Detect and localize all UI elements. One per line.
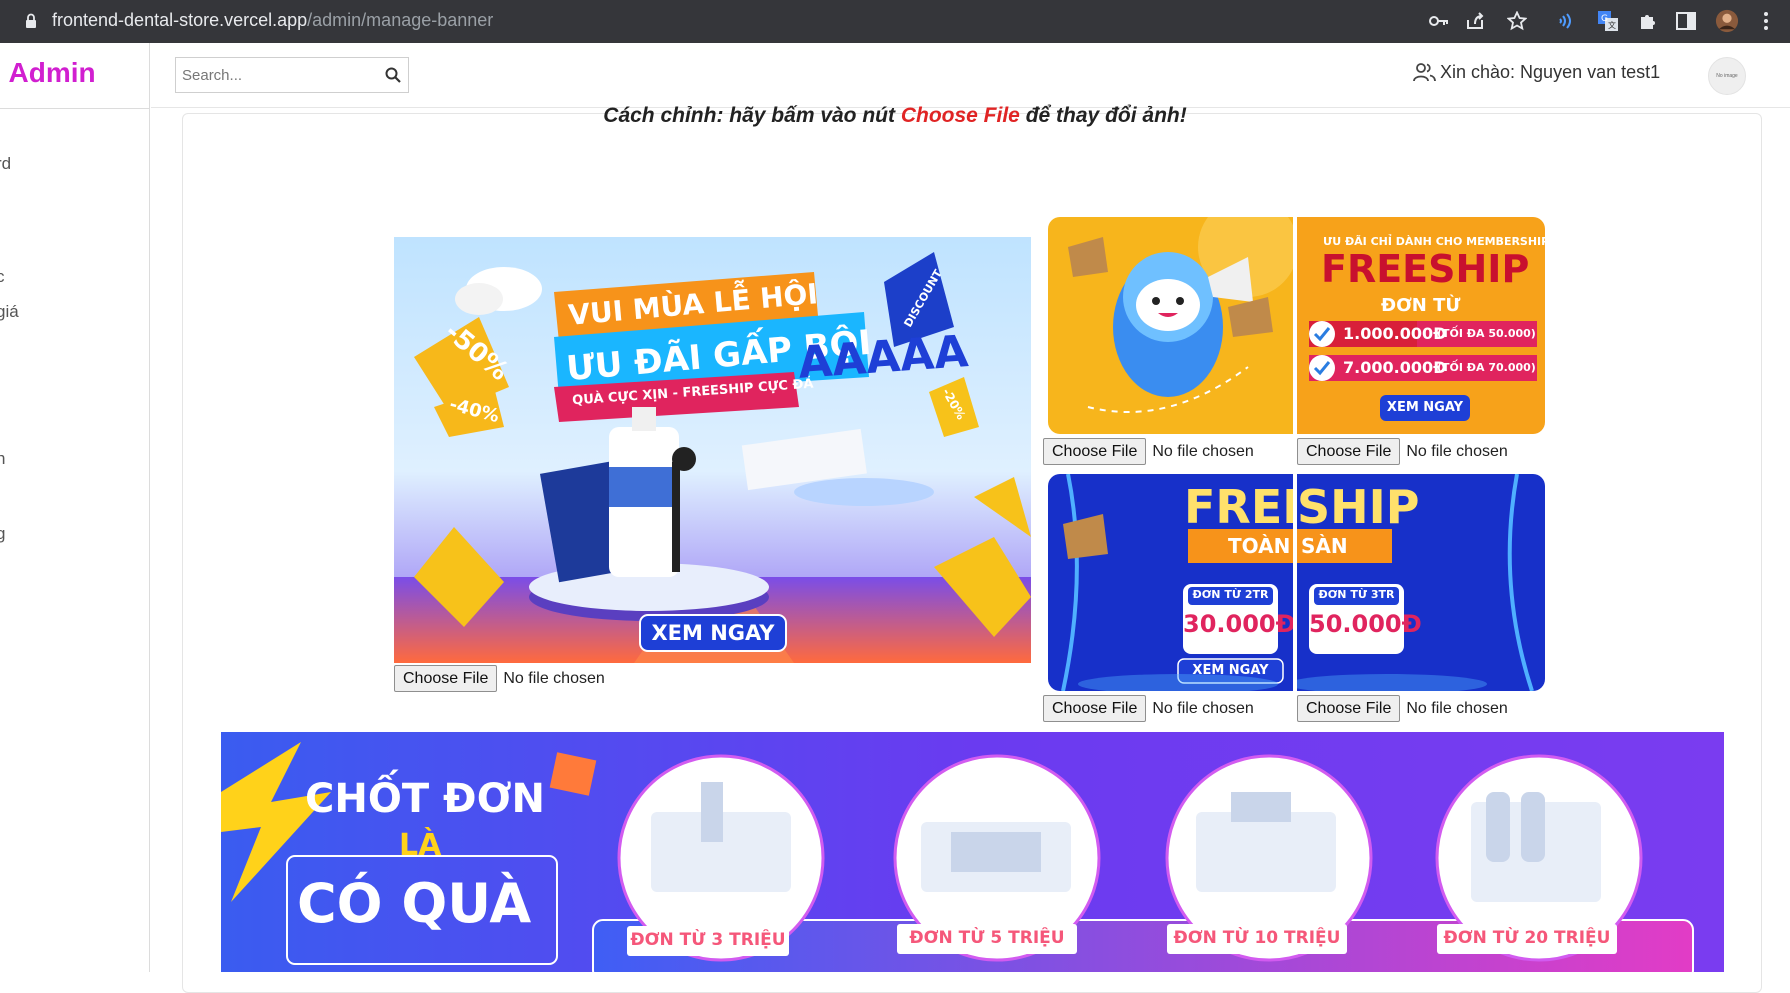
- freeship-member-sub: ĐƠN TỪ: [1381, 295, 1461, 316]
- sidebar-item-dashboard[interactable]: rd: [0, 154, 11, 174]
- sidebar-item-6[interactable]: g: [0, 524, 5, 544]
- side-panel-icon[interactable]: [1674, 9, 1698, 33]
- browser-toolbar: frontend-dental-store.vercel.app/admin/m…: [0, 0, 1790, 43]
- file-status-mascot: No file chosen: [1152, 442, 1254, 460]
- key-icon[interactable]: [1427, 9, 1451, 33]
- instruction-prefix: Cách chỉnh: hãy bấm vào nút: [603, 104, 901, 127]
- freeship-member-row2-note: (TỐI ĐA 70.000): [1437, 361, 1536, 374]
- sidebar-item-4[interactable]: :: [0, 374, 1, 394]
- choose-file-button-freeship-all-right[interactable]: Choose File: [1297, 695, 1401, 722]
- freeship-member-cta: XEM NGAY: [1386, 400, 1464, 415]
- greeting-text: Xin chào: Nguyen van test1: [1440, 61, 1661, 82]
- freeship-all-box1-top: ĐƠN TỪ 2TR: [1192, 588, 1269, 601]
- bottom-banner-line3: CÓ QUÀ: [297, 872, 532, 935]
- brand-title[interactable]: l Admin: [0, 57, 96, 89]
- file-status-main: No file chosen: [503, 669, 605, 687]
- sidebar-item-5[interactable]: n: [0, 449, 5, 469]
- freeship-member-row1-amount: 1.000.000Đ: [1343, 324, 1447, 343]
- freeship-all-banner-left-image: FREE TOÀN ĐƠN TỪ 2TR 30.000Đ XEM NGAY: [1048, 474, 1293, 691]
- file-status-freeship-member: No file chosen: [1406, 442, 1508, 460]
- instruction-suffix: để thay đổi ảnh!: [1019, 104, 1187, 127]
- users-icon: [1413, 63, 1436, 82]
- extensions-puzzle-icon[interactable]: [1636, 9, 1660, 33]
- bottom-banner-line2: LÀ: [399, 828, 442, 863]
- bottom-banner-tier-4: ĐƠN TỪ 20 TRIỆU: [1443, 928, 1611, 948]
- bottom-banner-tier-3: ĐƠN TỪ 10 TRIỆU: [1173, 928, 1341, 948]
- url-path: /admin/manage-banner: [307, 10, 494, 30]
- user-greeting: Xin chào: Nguyen van test1: [1412, 61, 1660, 83]
- freeship-all-banner-right-image: SHIP SÀN ĐƠN TỪ 3TR 50.000Đ: [1297, 474, 1545, 691]
- sidebar: l Admin rd c giá : n g: [0, 43, 150, 972]
- freeship-all-right-file-input: Choose File No file chosen: [1297, 695, 1508, 722]
- sidebar-item-category[interactable]: c: [0, 267, 5, 287]
- bookmark-star-icon[interactable]: [1505, 9, 1529, 33]
- freeship-all-box2-top: ĐƠN TỪ 3TR: [1318, 588, 1395, 601]
- avatar[interactable]: No image: [1708, 57, 1746, 95]
- choose-file-button-main[interactable]: Choose File: [394, 665, 498, 692]
- freeship-all-title-right: SHIP: [1297, 480, 1420, 534]
- freeship-member-row2-amount: 7.000.000Đ: [1343, 358, 1447, 377]
- bottom-banner-tier-2: ĐƠN TỪ 5 TRIỆU: [909, 928, 1065, 948]
- bottom-banner-line1: CHỐT ĐƠN: [305, 776, 545, 822]
- translate-extension-icon[interactable]: G文: [1596, 9, 1620, 33]
- instruction-highlight: Choose File: [900, 104, 1020, 127]
- sidebar-item-price[interactable]: giá: [0, 302, 19, 322]
- freeship-all-sub-left: TOÀN: [1228, 534, 1291, 558]
- instruction-text: Cách chỉnh: hãy bấm vào nút Choose File …: [0, 104, 1790, 128]
- address-bar[interactable]: frontend-dental-store.vercel.app/admin/m…: [52, 10, 493, 31]
- mascot-banner-artwork: [1048, 217, 1293, 434]
- file-status-freeship-all-left: No file chosen: [1152, 699, 1254, 717]
- freeship-all-cta: XEM NGAY: [1192, 663, 1269, 678]
- kebab-menu-icon[interactable]: [1754, 9, 1778, 33]
- freeship-member-file-input: Choose File No file chosen: [1297, 438, 1508, 465]
- lock-icon: [26, 13, 36, 28]
- search-box: [175, 57, 409, 93]
- choose-file-button-mascot[interactable]: Choose File: [1043, 438, 1147, 465]
- search-input[interactable]: [176, 58, 376, 92]
- mascot-banner-file-input: Choose File No file chosen: [1043, 438, 1254, 465]
- main-banner-cta: XEM NGAY: [651, 621, 775, 645]
- search-icon[interactable]: [384, 66, 402, 84]
- topbar: Xin chào: Nguyen van test1 No image: [151, 43, 1790, 108]
- bottom-banner-image: CHỐT ĐƠN LÀ CÓ QUÀ ĐƠN TỪ 3 TRIỆU ĐƠN TỪ…: [221, 732, 1724, 972]
- freeship-all-sub-right: SÀN: [1301, 534, 1348, 558]
- freeship-member-banner-image: ƯU ĐÃI CHỈ DÀNH CHO MEMBERSHIP FREESHIP …: [1297, 217, 1545, 434]
- svg-text:文: 文: [1608, 20, 1616, 30]
- profile-avatar-icon[interactable]: [1715, 9, 1739, 33]
- freeship-all-left-file-input: Choose File No file chosen: [1043, 695, 1254, 722]
- freeship-all-title-left: FREE: [1184, 480, 1293, 534]
- freeship-member-row1-note: (TỐI ĐA 50.000): [1437, 327, 1536, 340]
- main-banner-file-input: Choose File No file chosen: [394, 665, 605, 692]
- freeship-member-title: FREESHIP: [1321, 247, 1530, 291]
- bottom-banner-tier-1: ĐƠN TỪ 3 TRIỆU: [630, 930, 786, 950]
- url-host: frontend-dental-store.vercel.app: [52, 10, 308, 30]
- mascot-banner-image: [1048, 217, 1293, 434]
- choose-file-button-freeship-all-left[interactable]: Choose File: [1043, 695, 1147, 722]
- file-status-freeship-all-right: No file chosen: [1406, 699, 1508, 717]
- main-banner-image: VUI MÙA LỄ HỘI ƯU ĐÃI GẤP BỘI QUÀ CỰC XỊ…: [394, 237, 1031, 663]
- freeship-all-box1-value: 30.000Đ: [1183, 610, 1293, 638]
- svg-text:G: G: [1601, 14, 1608, 24]
- freeship-all-box2-value: 50.000Đ: [1309, 610, 1422, 638]
- cast-extension-icon[interactable]: [1555, 9, 1579, 33]
- choose-file-button-freeship-member[interactable]: Choose File: [1297, 438, 1401, 465]
- share-icon[interactable]: [1463, 9, 1487, 33]
